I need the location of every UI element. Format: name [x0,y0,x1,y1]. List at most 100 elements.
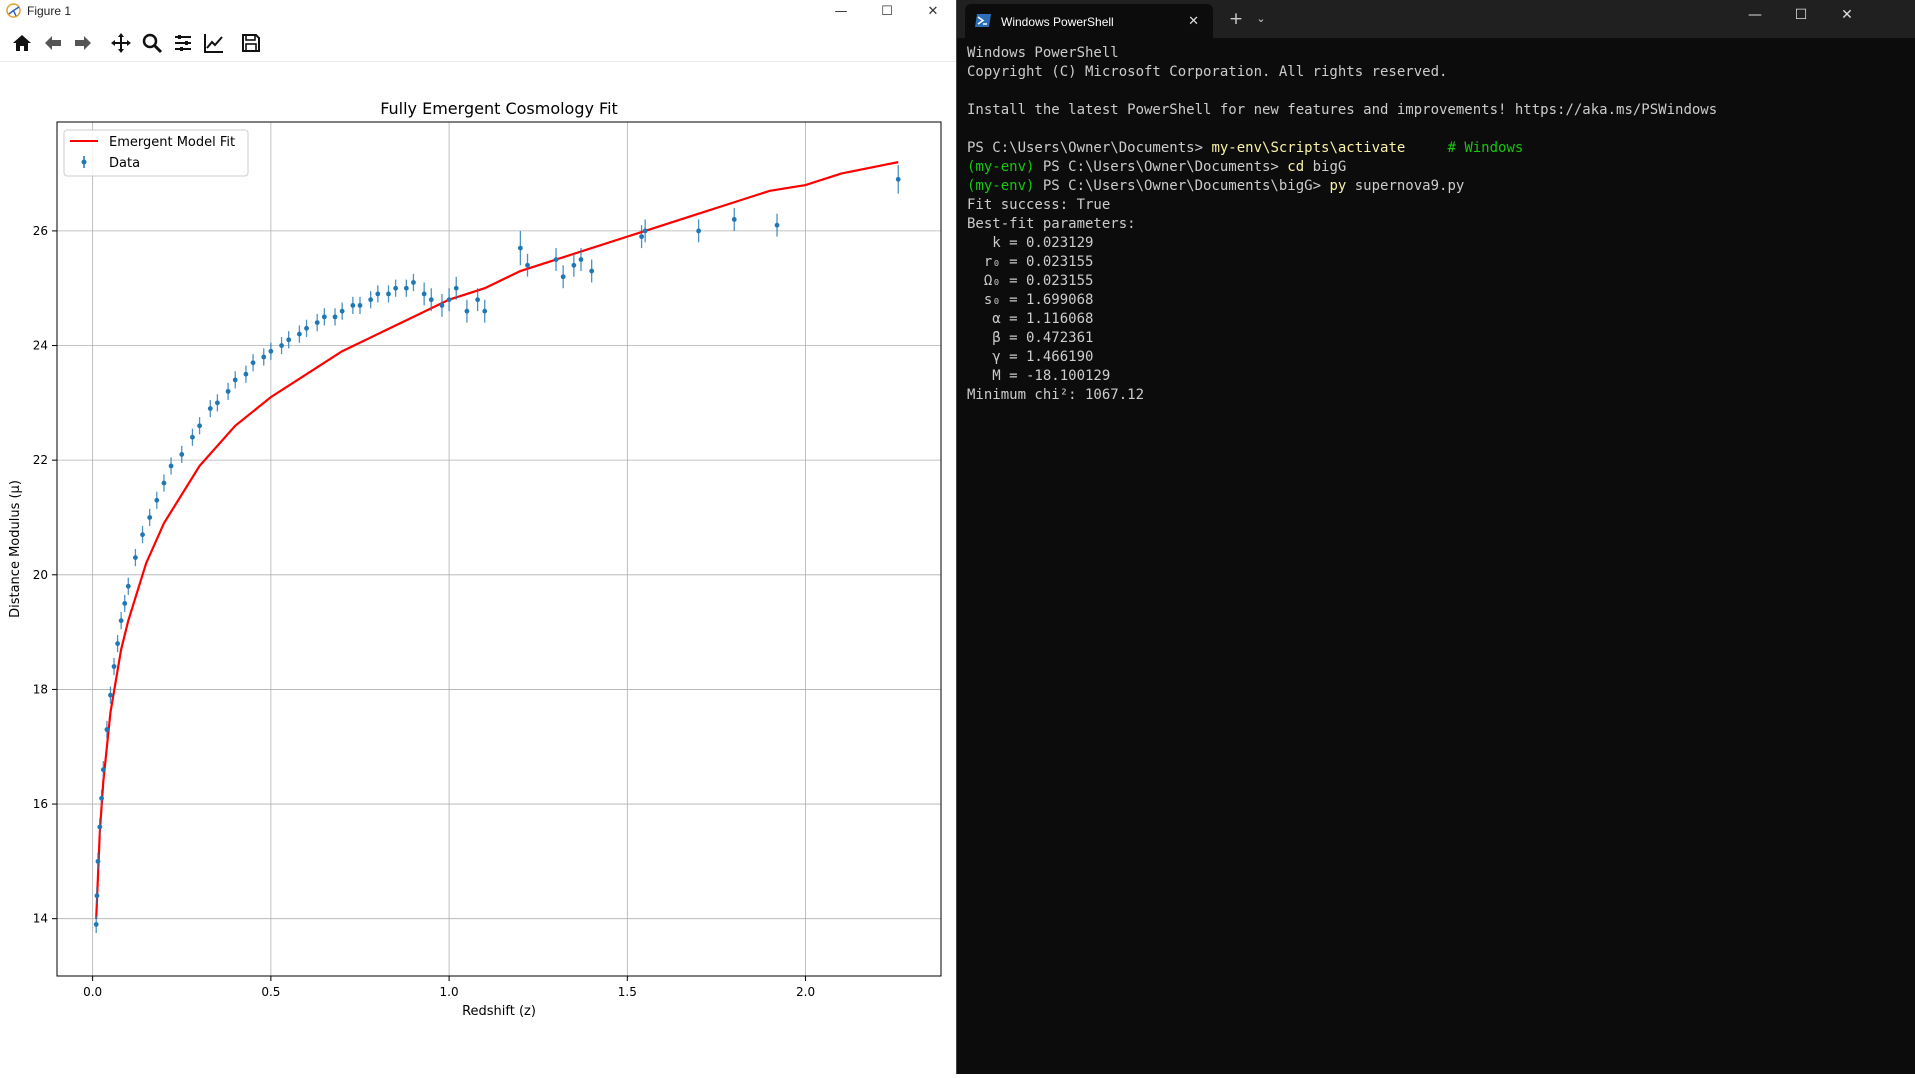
matplotlib-icon [6,3,21,18]
data-point [368,297,374,303]
y-tick-label: 24 [33,339,48,353]
data-point [411,280,416,285]
data-point [215,400,220,406]
data-points [93,164,901,934]
y-tick-label: 16 [33,797,48,811]
terminal-line: Best-fit parameters: [967,215,1907,234]
configure-subplots-icon [175,35,191,51]
data-point [895,176,901,182]
x-tick-label: 1.0 [440,985,459,999]
data-point [403,285,409,291]
data-point [386,291,391,297]
terminal-text-segment: (my-env) [967,159,1043,175]
terminal-line: Windows PowerShell [967,44,1907,63]
data-point [122,601,128,606]
chart-title: Fully Emergent Cosmology Fit [380,99,618,118]
new-tab-button[interactable]: + [1225,8,1247,30]
data-point [525,262,530,268]
y-tick-label: 20 [33,568,48,582]
axes-frame [56,121,942,977]
y-tick-label: 22 [33,453,48,467]
terminal-line: Fit success: True [967,196,1907,215]
data-point [464,308,470,314]
figure-titlebar[interactable]: Figure 1 — ☐ ✕ [0,0,956,22]
back-button[interactable] [39,30,67,56]
plot-area[interactable]: 0.0 0.5 1.0 1.5 2.0 14 16 18 20 22 24 26 Fully Eme… [0,62,956,1074]
data-point [453,285,459,291]
configure-subplots-button[interactable] [169,30,197,56]
terminal-titlebar[interactable]: Windows PowerShell ✕ + ⌄ — ☐ ✕ [957,0,1915,38]
data-point [279,343,284,348]
x-tick-label: 2.0 [796,985,815,999]
data-point [179,452,185,457]
data-point [332,314,338,320]
data-point [639,234,644,240]
terminal-line: r₀ = 0.023155 [967,253,1907,272]
terminal-line: Ω₀ = 0.023155 [967,272,1907,291]
terminal-text-segment: supernova9.py [1346,178,1465,194]
pan-button[interactable] [107,30,135,56]
terminal-text-segment: PS C:\Users\Owner\Documents> [1042,159,1288,175]
y-axis-label: Distance Modulus (μ) [8,480,23,618]
figure-window: Figure 1 — ☐ ✕ 0.0 0.5 1.0 1.5 2.0 14 16… [0,0,956,1074]
data-point [642,228,648,234]
chart-canvas: 0.0 0.5 1.0 1.5 2.0 14 16 18 20 22 24 26 Fully Eme… [8,99,942,1019]
data-point [125,583,131,589]
edit-axis-button[interactable] [200,30,228,56]
data-point [261,354,267,360]
home-button[interactable] [8,30,36,56]
terminal-text-segment: # Windows [1405,140,1524,156]
terminal-tab-label: Windows PowerShell [1001,15,1114,29]
data-point [731,217,737,222]
terminal-text-segment: Fit success: True [967,197,1111,213]
terminal-text-segment: Install the latest PowerShell for new fe… [967,102,1718,118]
zoom-icon [142,33,163,54]
data-point [350,303,356,308]
tab-dropdown-button[interactable]: ⌄ [1251,8,1271,30]
terminal-minimize-button[interactable]: — [1732,0,1778,30]
data-point [140,532,145,538]
forward-icon [75,36,91,50]
data-point [696,228,702,234]
data-point [428,297,434,303]
x-axis-label: Redshift (z) [462,1004,536,1019]
data-point [475,297,481,303]
terminal-maximize-button[interactable]: ☐ [1778,0,1824,30]
terminal-line: Install the latest PowerShell for new fe… [967,101,1907,120]
data-point [560,274,566,280]
terminal-line: α = 1.116068 [967,310,1907,329]
data-point [439,303,445,308]
data-point [147,515,153,520]
data-point [589,268,595,274]
data-point [393,285,399,291]
close-button[interactable]: ✕ [910,0,956,22]
minimize-button[interactable]: — [818,0,864,22]
terminal-close-button[interactable]: ✕ [1824,0,1870,30]
data-point [250,360,256,366]
data-point [578,257,584,262]
terminal-text-segment: (my-env) [967,178,1043,194]
tab-close-icon[interactable]: ✕ [1188,13,1199,29]
data-point [243,371,249,377]
terminal-line: PS C:\Users\Owner\Documents> my-env\Scri… [967,139,1907,158]
legend-data-label: Data [109,156,140,171]
zoom-button[interactable] [138,30,166,56]
terminal-tab[interactable]: Windows PowerShell ✕ [965,4,1213,38]
terminal-line: γ = 1.466190 [967,348,1907,367]
terminal-line: Copyright (C) Microsoft Corporation. All… [967,63,1907,82]
terminal-output[interactable]: Windows PowerShell Copyright (C) Microsof… [967,44,1907,1064]
data-point [190,434,195,440]
maximize-button[interactable]: ☐ [864,0,910,22]
terminal-line: β = 0.472361 [967,329,1907,348]
data-point [115,641,120,646]
terminal-text-segment: bigG [1304,159,1347,175]
forward-button[interactable] [69,30,97,56]
data-point [133,555,138,560]
data-point [154,497,160,503]
save-button[interactable] [237,30,265,56]
data-point [321,314,327,320]
terminal-text-segment: PS C:\Users\Owner\Documents> [967,140,1212,156]
data-point [774,222,780,228]
model-fit-line [95,161,899,919]
save-icon [242,34,260,52]
